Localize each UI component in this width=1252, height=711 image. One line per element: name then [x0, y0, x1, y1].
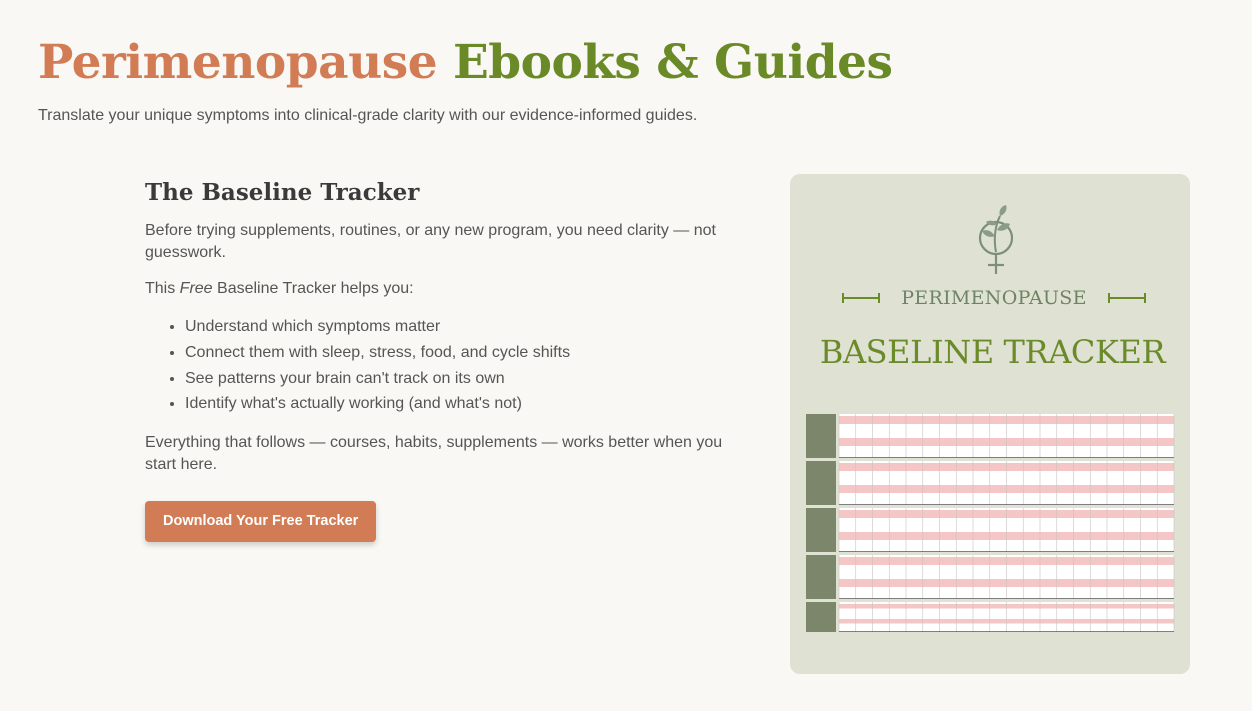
- leaf-venus-icon: [978, 205, 1014, 274]
- tracker-cover-image: PERIMENOPAUSE BASELINE TRACKER: [790, 174, 1190, 674]
- page-subtitle: Translate your unique symptoms into clin…: [38, 107, 698, 124]
- helps-prefix: This: [145, 280, 180, 297]
- page-title-ebooks-guides: Ebooks & Guides: [452, 35, 893, 90]
- helps-paragraph: This Free Baseline Tracker helps you:: [145, 278, 755, 300]
- tracker-week-label: [806, 414, 836, 458]
- decorative-rule-right: [1108, 293, 1146, 303]
- tracker-grid-preview: [806, 414, 1176, 632]
- intro-paragraph: Before trying supplements, routines, or …: [145, 222, 716, 261]
- cover-eyebrow-row: PERIMENOPAUSE: [842, 285, 1146, 311]
- cover-eyebrow: PERIMENOPAUSE: [901, 287, 1087, 309]
- benefit-item: Identify what's actually working (and wh…: [185, 391, 755, 417]
- page-title: Perimenopause Ebooks & Guides: [38, 30, 893, 96]
- tracker-grid-svg: [806, 414, 1175, 632]
- tracker-week-label: [806, 602, 836, 632]
- cover-title: BASELINE TRACKER: [819, 333, 1166, 371]
- closing-paragraph: Everything that follows — courses, habit…: [145, 434, 723, 474]
- page-title-perimenopause: Perimenopause: [38, 35, 438, 90]
- benefit-item: See patterns your brain can't track on i…: [185, 366, 755, 392]
- helps-emphasis: Free: [179, 280, 213, 297]
- benefit-item: Connect them with sleep, stress, food, a…: [185, 340, 755, 366]
- helps-suffix: Baseline Tracker helps you:: [212, 280, 414, 297]
- tracker-section: The Baseline Tracker Before trying suppl…: [145, 176, 755, 543]
- tracker-week-label: [806, 508, 836, 552]
- section-heading: The Baseline Tracker: [145, 179, 420, 206]
- download-tracker-button[interactable]: Download Your Free Tracker: [145, 501, 377, 543]
- benefit-item: Understand which symptoms matter: [185, 314, 755, 340]
- decorative-rule-left: [842, 293, 880, 303]
- tracker-week-label: [806, 555, 836, 599]
- tracker-week-label: [806, 461, 836, 505]
- benefits-list: Understand which symptoms matter Connect…: [145, 314, 755, 417]
